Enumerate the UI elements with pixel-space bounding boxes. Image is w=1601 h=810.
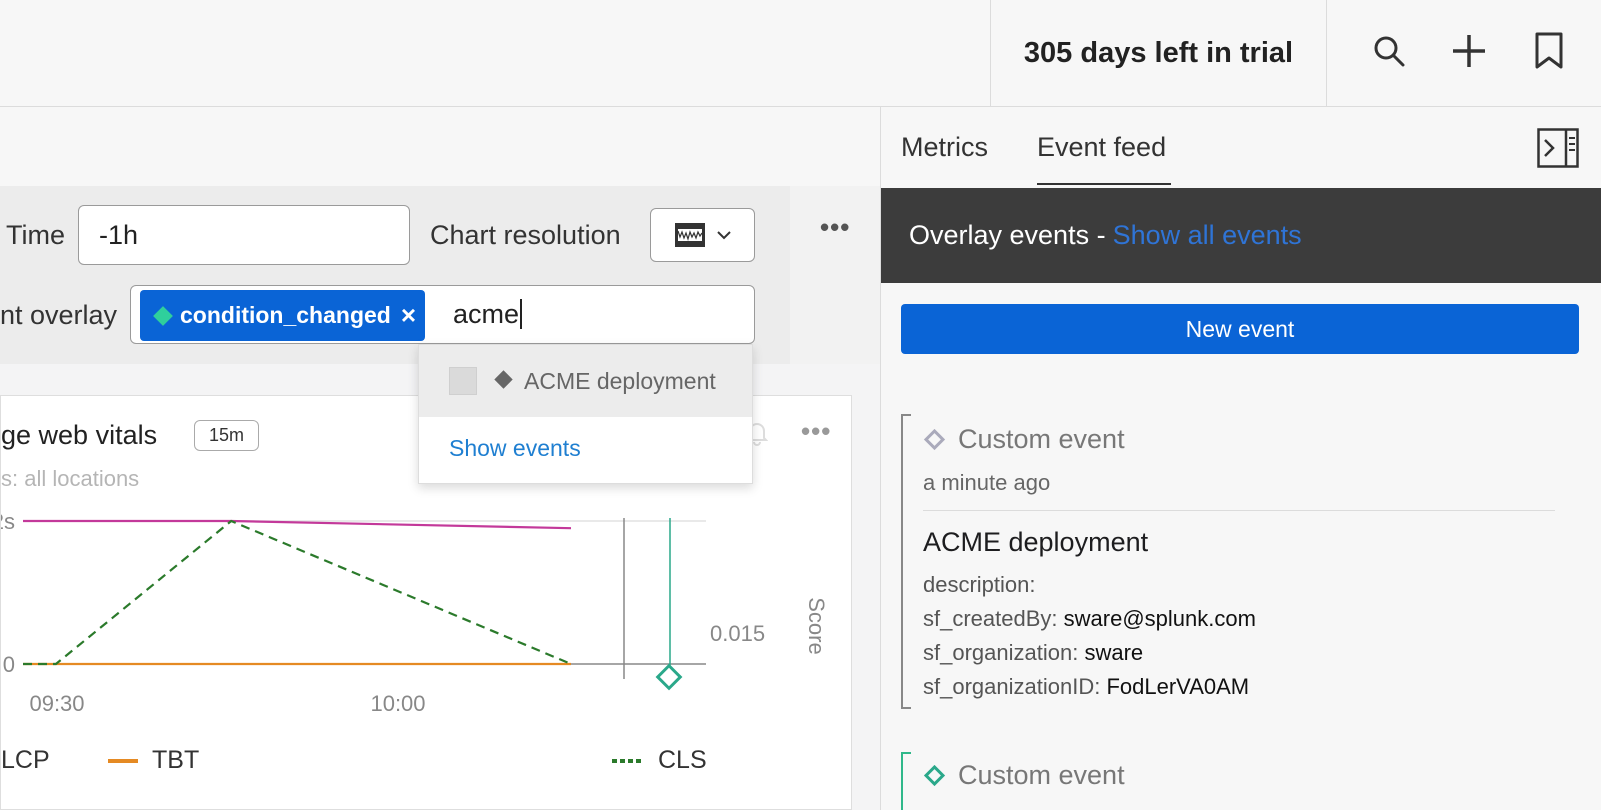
search-icon[interactable] xyxy=(1366,28,1412,74)
banner-text: Overlay events - xyxy=(909,220,1106,250)
diamond-icon xyxy=(923,764,946,787)
legend-swatch xyxy=(612,758,644,763)
legend-label: CLS xyxy=(658,746,707,774)
x-tick-label: 09:30 xyxy=(29,691,84,716)
collapse-panel-icon[interactable] xyxy=(1537,128,1579,168)
event-field: sf_organization: sware xyxy=(923,640,1144,665)
legend-label: TBT xyxy=(152,746,200,774)
overlay-search-text[interactable]: acme xyxy=(453,294,522,334)
legend-label: LCP xyxy=(1,746,50,774)
overlay-suggestions: ACME deployment Show events xyxy=(418,344,753,484)
event-kind: Custom event xyxy=(923,760,1125,791)
tab-metrics[interactable]: Metrics xyxy=(901,132,988,163)
legend-item-tbt[interactable]: TBT xyxy=(108,746,199,775)
suggestion-label: ACME deployment xyxy=(524,367,716,394)
event-diamond-icon xyxy=(655,663,683,691)
remove-chip-icon[interactable]: × xyxy=(401,300,416,331)
text-caret xyxy=(520,299,522,329)
overlay-events-banner: Overlay events - Show all events xyxy=(881,188,1601,283)
trial-status: 305 days left in trial xyxy=(990,0,1327,106)
suggestion-item[interactable]: ACME deployment xyxy=(419,345,752,417)
dashboard-header xyxy=(0,107,880,186)
overlay-chip-label: condition_changed xyxy=(180,302,391,328)
tab-event-feed[interactable]: Event feed xyxy=(1037,132,1166,163)
plus-icon[interactable] xyxy=(1446,28,1492,74)
event-field: sf_organizationID: FodLerVA0AM xyxy=(923,674,1250,699)
resolution-icon xyxy=(674,223,705,247)
chart-resolution-label: Chart resolution xyxy=(430,220,621,250)
event-title: ACME deployment xyxy=(923,527,1149,557)
event-card[interactable]: Custom event xyxy=(901,752,1591,810)
legend-item-lcp[interactable]: LCP xyxy=(1,746,50,775)
legend-swatch xyxy=(108,758,138,763)
event-marker-bar xyxy=(901,752,911,810)
show-all-events-link[interactable]: Show all events xyxy=(1113,220,1302,251)
event-field: description: xyxy=(923,572,1036,597)
diamond-icon xyxy=(923,428,946,451)
event-marker-bar xyxy=(901,414,911,709)
y-right-axis-label: Score xyxy=(804,597,829,654)
filters-more-icon[interactable]: ••• xyxy=(820,212,850,243)
series-line-cls xyxy=(23,519,572,666)
overlay-chip: condition_changed × xyxy=(140,290,425,341)
legend-item-cls[interactable]: CLS xyxy=(612,746,707,775)
event-field: sf_createdBy: sware@splunk.com xyxy=(923,606,1256,631)
bookmark-icon[interactable] xyxy=(1526,28,1572,74)
event-overlay-input[interactable]: condition_changed × acme xyxy=(130,285,755,344)
time-label: Time xyxy=(6,220,65,250)
checkbox[interactable] xyxy=(449,367,477,395)
active-tab-indicator xyxy=(1037,183,1171,185)
divider xyxy=(923,510,1555,511)
event-card[interactable]: Custom event a minute ago ACME deploymen… xyxy=(901,414,1591,714)
y-right-tick-label: 0.015 xyxy=(710,621,765,646)
top-bar xyxy=(0,0,1601,107)
series-line-lcp xyxy=(23,519,572,530)
event-kind: Custom event xyxy=(923,424,1125,455)
chart-resolution-select[interactable] xyxy=(650,208,755,262)
diamond-icon xyxy=(494,369,513,389)
event-overlay-label: nt overlay xyxy=(0,300,118,330)
y-tick-label: 0 xyxy=(3,652,15,677)
event-timestamp: a minute ago xyxy=(923,470,1051,495)
x-tick-label: 10:00 xyxy=(370,691,425,716)
diamond-icon xyxy=(153,305,173,326)
show-events-link[interactable]: Show events xyxy=(449,435,581,462)
time-input[interactable]: -1h xyxy=(78,205,410,265)
chevron-down-icon xyxy=(716,230,731,239)
new-event-button[interactable]: New event xyxy=(901,304,1579,354)
y-tick-label: 2s xyxy=(1,509,15,534)
